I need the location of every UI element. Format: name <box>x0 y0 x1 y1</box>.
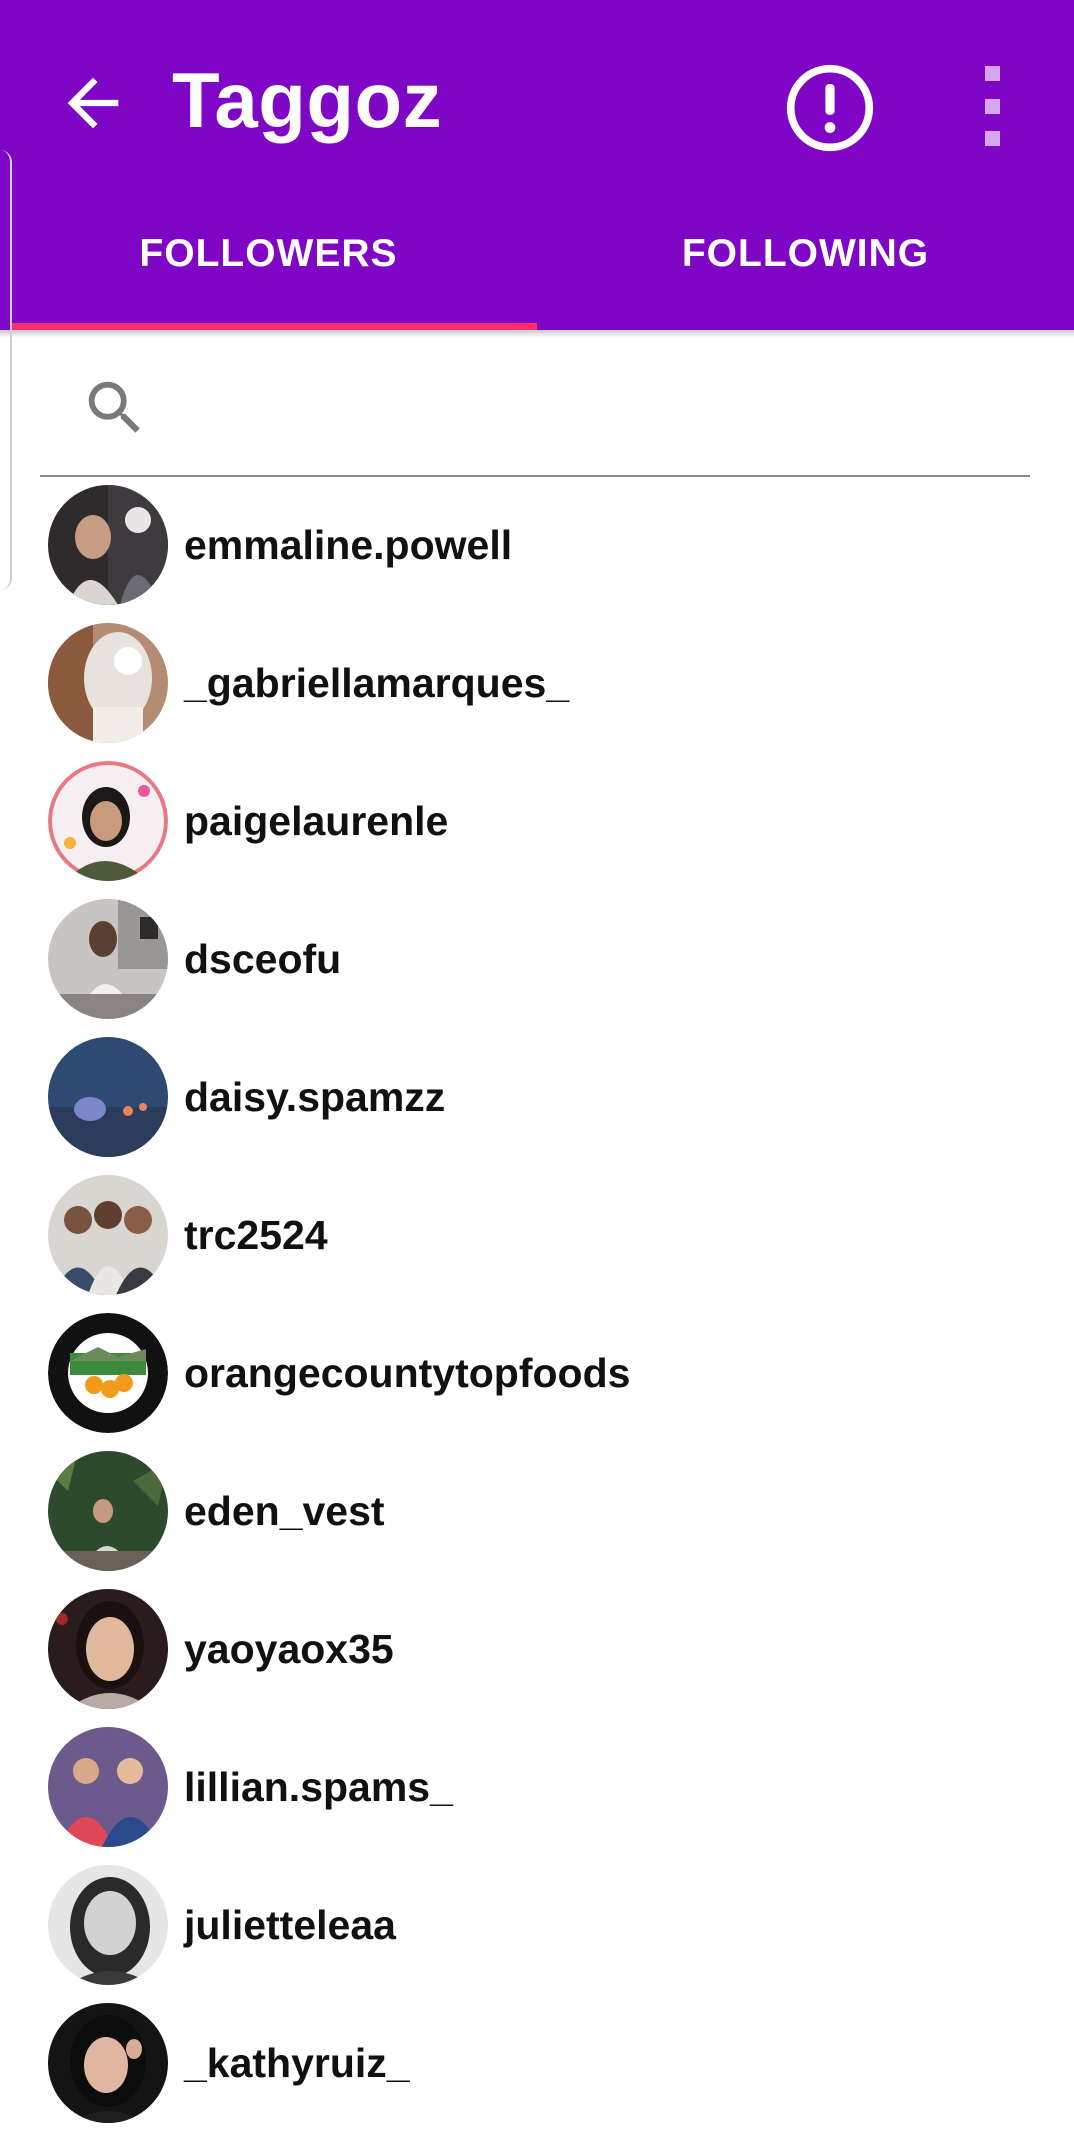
avatar <box>48 2003 168 2123</box>
list-item[interactable]: dsceofu <box>0 890 1074 1028</box>
list-item[interactable]: eden_vest <box>0 1442 1074 1580</box>
avatar <box>48 1589 168 1709</box>
report-button[interactable] <box>780 58 880 158</box>
username: dsceofu <box>184 935 342 982</box>
avatar <box>48 623 168 743</box>
avatar <box>48 1865 168 1985</box>
username: paigelaurenle <box>184 797 449 844</box>
avatar <box>48 1037 168 1157</box>
app-bar-shadow <box>0 330 1074 338</box>
list-item[interactable]: trc2524 <box>0 1166 1074 1304</box>
list-item[interactable]: _kathyruiz_ <box>0 1994 1074 2132</box>
avatar <box>48 899 168 1019</box>
avatar <box>48 1175 168 1295</box>
avatar <box>48 761 168 881</box>
username: julietteleaa <box>184 1901 396 1948</box>
search-bar <box>40 355 1030 477</box>
followers-list: emmaline.powell _gabriellamarques_ paige… <box>0 476 1074 2132</box>
tab-following[interactable]: FOLLOWING <box>537 210 1074 330</box>
list-item[interactable]: yaoyaox35 <box>0 1580 1074 1718</box>
tab-followers[interactable]: FOLLOWERS <box>0 210 537 330</box>
username: orangecountytopfoods <box>184 1349 631 1396</box>
list-item[interactable]: daisy.spamzz <box>0 1028 1074 1166</box>
list-item[interactable]: paigelaurenle <box>0 752 1074 890</box>
username: lillian.spams_ <box>184 1763 453 1810</box>
search-icon <box>88 381 140 433</box>
username: daisy.spamzz <box>184 1073 446 1120</box>
list-item[interactable]: emmaline.powell <box>0 476 1074 614</box>
more-options-button[interactable] <box>970 66 1014 146</box>
arrow-left-icon <box>67 77 119 129</box>
page-title: Taggoz <box>172 56 443 144</box>
list-item[interactable]: lillian.spams_ <box>0 1718 1074 1856</box>
avatar <box>48 1313 168 1433</box>
tab-bar: FOLLOWERS FOLLOWING <box>0 210 1074 330</box>
username: _kathyruiz_ <box>184 2039 410 2086</box>
exclamation-circle-icon <box>786 64 874 152</box>
avatar <box>48 1451 168 1571</box>
more-vertical-icon <box>984 66 1000 81</box>
search-input[interactable] <box>170 375 994 447</box>
username: _gabriellamarques_ <box>184 659 570 706</box>
avatar <box>48 1727 168 1847</box>
username: yaoyaox35 <box>184 1625 394 1672</box>
app-bar: Taggoz FOLLOWERS FOLLOWING <box>0 0 1074 330</box>
username: trc2524 <box>184 1211 328 1258</box>
list-item[interactable]: orangecountytopfoods <box>0 1304 1074 1442</box>
list-item[interactable]: _gabriellamarques_ <box>0 614 1074 752</box>
username: emmaline.powell <box>184 521 513 568</box>
avatar <box>48 485 168 605</box>
list-item[interactable]: julietteleaa <box>0 1856 1074 1994</box>
back-button[interactable] <box>52 62 134 144</box>
username: eden_vest <box>184 1487 385 1534</box>
